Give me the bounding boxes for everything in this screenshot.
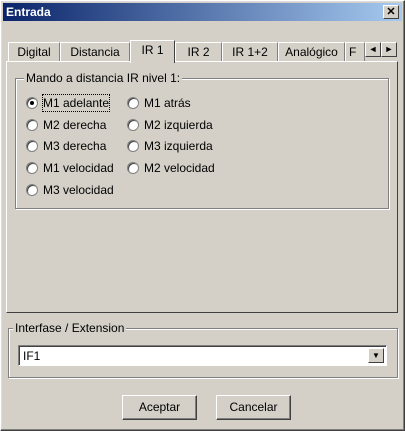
title-bar[interactable]: Entrada ✕ [3,3,402,21]
chevron-down-icon[interactable]: ▼ [368,348,384,363]
tab-scroll-right-button[interactable]: ► [381,42,397,57]
tab-distancia[interactable]: Distancia [60,42,130,62]
radio-button-icon [26,119,38,131]
radio-button-icon [127,162,139,174]
radio-label: M3 velocidad [43,183,114,197]
arrow-left-icon: ◄ [368,44,378,54]
dropdown-arrow-glyph: ▼ [372,351,380,360]
tab-scroll-left-button[interactable]: ◄ [365,42,381,57]
cancel-button-label: Cancelar [229,400,278,414]
cancel-button[interactable]: Cancelar [216,395,291,420]
radio-m2-velocidad[interactable]: M2 velocidad [127,160,237,176]
tab-label: Analógico [285,45,338,59]
arrow-right-icon: ► [384,44,394,54]
interface-select[interactable]: IF1 ▼ [18,345,387,366]
ir-level1-group: Mando a distancia IR nivel 1: M1 adelant… [15,71,389,209]
radio-label: M1 velocidad [43,161,114,175]
radio-m2-izquierda[interactable]: M2 izquierda [127,117,237,133]
radio-m1-velocidad[interactable]: M1 velocidad [26,160,126,176]
close-button[interactable]: ✕ [383,5,399,19]
radio-button-icon [26,162,38,174]
radio-label: M3 derecha [43,139,107,153]
tab-label: IR 1+2 [232,45,268,59]
tab-label: IR 1 [141,43,164,57]
radio-button-icon [26,97,38,109]
radio-m1-adelante[interactable]: M1 adelante [26,94,126,112]
group-label: Interfase / Extension [13,321,127,335]
group-label: Mando a distancia IR nivel 1: [24,71,183,85]
radio-button-icon [127,119,139,131]
tab-label: F [349,45,357,59]
radio-button-icon [26,184,38,196]
radio-label: M3 izquierda [144,139,213,153]
tab-ir1[interactable]: IR 1 [130,40,175,63]
tab-digital[interactable]: Digital [8,42,60,62]
tab-label: IR 2 [187,45,210,59]
radio-label: M2 derecha [43,118,107,132]
radio-button-icon [26,140,38,152]
ok-button[interactable]: Aceptar [122,395,197,420]
radio-m3-izquierda[interactable]: M3 izquierda [127,138,237,154]
ok-button-label: Aceptar [138,400,181,414]
radio-m3-velocidad[interactable]: M3 velocidad [26,182,126,198]
tab-strip: Digital Distancia IR 1 IR 2 IR 1+2 Analó… [6,40,398,63]
tab-partial[interactable]: F [345,42,365,62]
radio-label: M2 izquierda [144,118,213,132]
tab-analogico[interactable]: Analógico [278,42,345,62]
radio-button-icon [127,140,139,152]
tab-label: Digital [17,45,51,59]
radio-button-icon [127,97,139,109]
tab-panel-ir1: Mando a distancia IR nivel 1: M1 adelant… [6,61,398,313]
tab-label: Distancia [70,45,120,59]
tab-ir2[interactable]: IR 2 [175,42,222,62]
radio-m1-atras[interactable]: M1 atrás [127,95,227,111]
radio-selected-dot [30,101,34,105]
window-title: Entrada [6,5,51,19]
close-icon: ✕ [386,6,396,18]
select-value: IF1 [23,349,41,363]
radio-label: M1 atrás [144,96,191,110]
radio-m2-derecha[interactable]: M2 derecha [26,117,126,133]
tab-ir1-2[interactable]: IR 1+2 [222,42,278,62]
radio-label: M2 velocidad [144,161,215,175]
radio-label: M1 adelante [41,94,111,112]
radio-m3-derecha[interactable]: M3 derecha [26,138,126,154]
